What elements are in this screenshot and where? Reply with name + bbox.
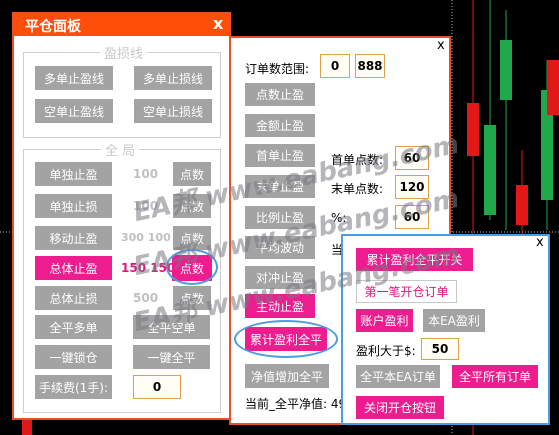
long-take-profit-line-button[interactable]: 多单止盈线 (35, 66, 113, 90)
close-all-short-button[interactable]: 全平空单 (133, 315, 210, 339)
points-take-profit-button[interactable]: 点数止盈 (245, 83, 315, 106)
highlight-ellipse (234, 320, 338, 358)
equity-increase-close-all-button[interactable]: 净值增加全平 (245, 364, 329, 388)
ratio-take-profit-button[interactable]: 比例止盈 (245, 206, 315, 229)
global-group-label: 全 局 (101, 140, 140, 159)
close-icon[interactable]: x (536, 235, 544, 250)
close-position-panel: 平仓面板 x 盈损线 多单止盈线 多单止损线 空单止盈线 空单止损线 全 局 单… (12, 12, 231, 420)
overall-take-profit-button[interactable]: 总体止盈 (35, 256, 112, 280)
first-points-label: 首单点数: (331, 153, 384, 167)
close-all-long-button[interactable]: 全平多单 (35, 315, 112, 339)
profit-greater-than-input[interactable]: 50 (421, 338, 459, 360)
current-equity-label: 当前_全平净值: 49 (245, 397, 347, 411)
overall-stop-loss-points-button[interactable]: 点数 (173, 286, 211, 310)
single-take-profit-button[interactable]: 单独止盈 (35, 162, 112, 186)
close-all-orders-button[interactable]: 全平所有订单 (452, 365, 538, 388)
active-take-profit-button[interactable]: 主动止盈 (245, 294, 315, 318)
last-points-label: 末单点数: (331, 182, 384, 196)
single-take-profit-value: 100 (133, 167, 159, 181)
single-take-profit-points-button[interactable]: 点数 (173, 162, 211, 186)
short-take-profit-line-button[interactable]: 空单止盈线 (35, 99, 113, 123)
close-icon[interactable]: x (437, 38, 445, 53)
close-icon[interactable]: x (213, 14, 223, 33)
cumulative-profit-toggle-button[interactable]: 累计盈利全平开关 (356, 248, 473, 271)
ratio-input[interactable]: 60 (395, 205, 429, 229)
short-stop-loss-line-button[interactable]: 空单止损线 (134, 99, 212, 123)
this-ea-profit-button[interactable]: 本EA盈利 (423, 309, 485, 332)
long-stop-loss-line-button[interactable]: 多单止损线 (134, 66, 212, 90)
trailing-take-profit-value: 300 100 (121, 231, 171, 244)
amount-take-profit-button[interactable]: 金额止盈 (245, 114, 315, 137)
last-order-take-profit-button[interactable]: 末单止盈 (245, 175, 315, 198)
last-points-input[interactable]: 120 (395, 175, 429, 199)
overall-stop-loss-button[interactable]: 总体止损 (35, 286, 112, 310)
stop-lines-group (23, 52, 221, 138)
profit-greater-than-label: 盈利大于$: (356, 344, 416, 358)
trailing-take-profit-button[interactable]: 移动止盈 (35, 226, 112, 250)
panel-title: 平仓面板 (25, 19, 81, 35)
cumulative-profit-panel: x 累计盈利全平开关 第一笔开仓订单 账户盈利 本EA盈利 盈利大于$: 50 … (341, 234, 550, 425)
order-range-to-input[interactable]: 888 (355, 54, 385, 78)
fee-label: 手续费(1手): (35, 375, 112, 399)
average-fluctuation-button[interactable]: 平均波动 (245, 236, 315, 259)
single-stop-loss-value: 100 (133, 199, 159, 213)
single-stop-loss-points-button[interactable]: 点数 (173, 194, 211, 218)
close-open-button-button[interactable]: 关闭开仓按钮 (356, 396, 444, 419)
ratio-label: %: (331, 211, 347, 225)
overall-stop-loss-value: 500 (133, 291, 159, 305)
trailing-take-profit-points-button[interactable]: 点数 (173, 226, 211, 250)
order-range-label: 订单数范围: (245, 62, 310, 76)
account-profit-button[interactable]: 账户盈利 (356, 309, 413, 332)
one-click-lock-button[interactable]: 一键锁仓 (35, 345, 112, 369)
single-stop-loss-button[interactable]: 单独止损 (35, 194, 112, 218)
fee-input[interactable]: 0 (133, 375, 181, 399)
one-click-close-all-button[interactable]: 一键全平 (133, 345, 210, 369)
first-open-order-button[interactable]: 第一笔开仓订单 (356, 280, 457, 303)
hedge-take-profit-button[interactable]: 对冲止盈 (245, 266, 315, 289)
highlight-circle (166, 249, 218, 285)
close-all-ea-orders-button[interactable]: 全平本EA订单 (356, 365, 440, 388)
first-points-input[interactable]: 60 (395, 146, 429, 170)
first-order-take-profit-button[interactable]: 首单止盈 (245, 144, 315, 167)
stop-lines-group-label: 盈损线 (100, 43, 148, 62)
order-range-from-input[interactable]: 0 (320, 54, 350, 78)
